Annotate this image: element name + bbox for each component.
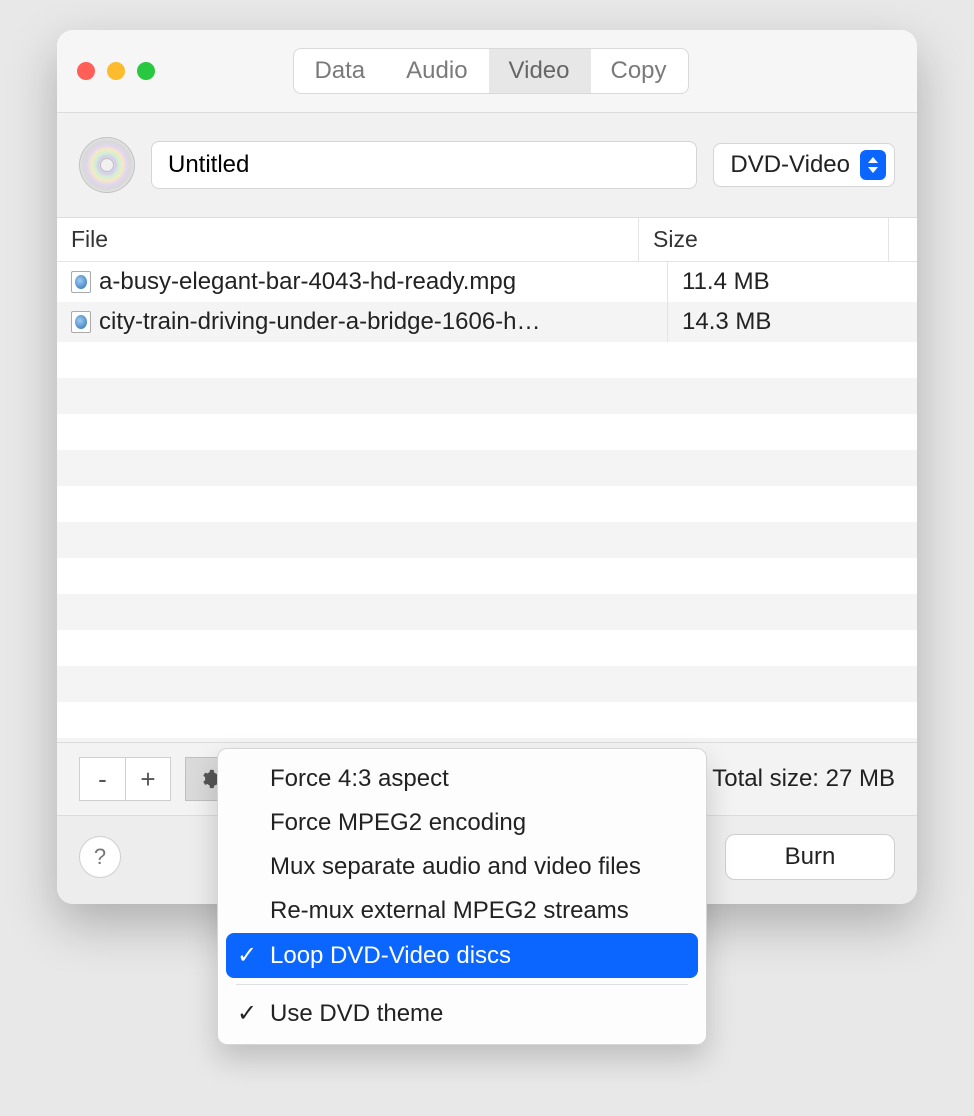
checkmark-icon: ✓ [236,999,258,1028]
menu-item[interactable]: Mux separate audio and video files [226,845,698,889]
checkmark-icon: ✓ [236,941,258,970]
help-button[interactable]: ? [79,836,121,878]
menu-item-label: Force MPEG2 encoding [270,809,526,837]
menu-item-label: Re-mux external MPEG2 streams [270,897,629,925]
mode-tabs: Data Audio Video Copy [293,48,688,94]
column-file[interactable]: File [57,218,638,261]
window-controls [77,62,155,80]
file-size: 14.3 MB [667,302,917,342]
menu-separator [236,984,688,985]
zoom-icon[interactable] [137,62,155,80]
add-remove-group: - + [79,757,171,801]
table-header: File Size [57,218,917,262]
disc-title-input[interactable] [151,141,697,189]
disc-icon [79,137,135,193]
add-button[interactable]: + [125,757,171,801]
video-file-icon [71,271,91,293]
menu-item[interactable]: ✓ Loop DVD-Video discs [226,933,698,978]
menu-item[interactable]: ✓ Use DVD theme [226,991,698,1036]
table-row[interactable]: a-busy-elegant-bar-4043-hd-ready.mpg 11.… [57,262,917,302]
tab-audio[interactable]: Audio [386,49,488,93]
minimize-icon[interactable] [107,62,125,80]
disc-header: DVD-Video [57,113,917,218]
file-name: a-busy-elegant-bar-4043-hd-ready.mpg [99,268,516,296]
file-list[interactable]: a-busy-elegant-bar-4043-hd-ready.mpg 11.… [57,262,917,742]
tab-copy[interactable]: Copy [591,49,688,93]
column-extra [888,218,917,261]
tab-video[interactable]: Video [489,49,591,93]
file-list-empty [57,342,917,742]
total-size-label: Total size: 27 MB [712,765,895,793]
gear-options-menu: Force 4:3 aspect Force MPEG2 encoding Mux … [217,748,707,1045]
menu-item[interactable]: Force 4:3 aspect [226,757,698,801]
format-select[interactable]: DVD-Video [713,143,895,187]
menu-item-label: Loop DVD-Video discs [270,942,511,970]
file-size: 11.4 MB [667,262,917,302]
file-name: city-train-driving-under-a-bridge-1606-h… [99,308,541,336]
chevron-updown-icon [860,150,886,180]
menu-item[interactable]: Force MPEG2 encoding [226,801,698,845]
menu-item-label: Force 4:3 aspect [270,765,449,793]
format-select-value: DVD-Video [730,151,850,179]
table-row[interactable]: city-train-driving-under-a-bridge-1606-h… [57,302,917,342]
menu-item-label: Use DVD theme [270,1000,443,1028]
remove-button[interactable]: - [79,757,125,801]
close-icon[interactable] [77,62,95,80]
titlebar: Data Audio Video Copy [57,30,917,113]
burn-button[interactable]: Burn [725,834,895,880]
app-window: Data Audio Video Copy DVD-Video File Siz… [57,30,917,904]
video-file-icon [71,311,91,333]
menu-item-label: Mux separate audio and video files [270,853,641,881]
column-size[interactable]: Size [638,218,888,261]
menu-item[interactable]: Re-mux external MPEG2 streams [226,889,698,933]
tab-data[interactable]: Data [294,49,386,93]
